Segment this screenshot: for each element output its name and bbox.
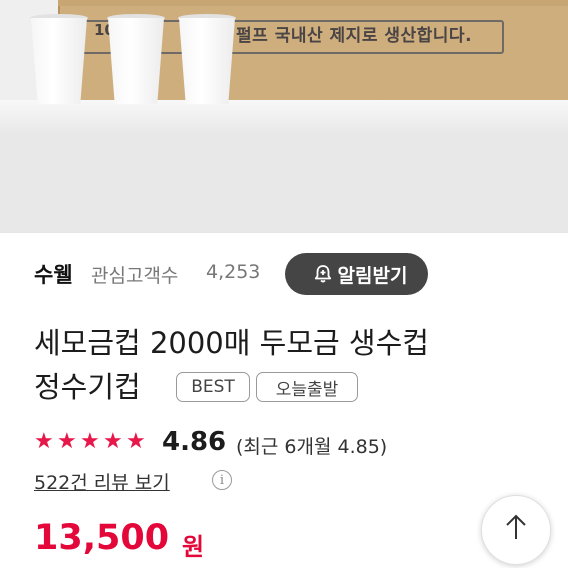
followers-count: 4,253 — [206, 261, 261, 283]
price-unit: 원 — [182, 533, 205, 561]
tag-today-shipping: 오늘출발 — [256, 372, 358, 402]
price-amount: 13,500 — [34, 518, 170, 558]
box-tape — [58, 0, 568, 6]
shelf — [0, 100, 568, 133]
alert-subscribe-button[interactable]: 알림받기 — [285, 253, 428, 295]
seller-name[interactable]: 수웰 — [34, 259, 73, 289]
box-text: 펄프 국내산 제지로 생산합니다. — [236, 26, 473, 46]
followers-label: 관심고객수 — [91, 265, 179, 287]
rating-value: 4.86 — [162, 427, 227, 457]
tag-best: BEST — [176, 372, 250, 402]
paper-cup — [108, 18, 164, 104]
star-icon: ★ — [34, 429, 54, 454]
product-title-line2: 정수기컵 — [34, 370, 141, 404]
product-title-line1: 세모금컵 2000매 두모금 생수컵 — [34, 326, 429, 360]
shelf-front — [0, 132, 568, 232]
star-rating: ★ ★ ★ ★ ★ — [34, 431, 149, 455]
star-icon: ★ — [126, 429, 146, 454]
bell-plus-icon — [312, 263, 334, 285]
scroll-top-button[interactable] — [481, 495, 551, 565]
product-image[interactable]: 10 펄프 국내산 제지로 생산합니다. — [0, 0, 568, 232]
paper-cup — [179, 18, 235, 104]
star-icon: ★ — [80, 429, 100, 454]
review-link[interactable]: 522건 리뷰 보기 — [34, 468, 170, 495]
star-icon: ★ — [57, 429, 77, 454]
rating-recent: (최근 6개월 4.85) — [236, 436, 388, 458]
info-icon[interactable]: i — [212, 470, 232, 490]
star-icon: ★ — [103, 429, 123, 454]
paper-cup — [31, 18, 87, 104]
arrow-up-icon — [500, 512, 532, 548]
alert-button-label: 알림받기 — [337, 264, 408, 287]
divider — [0, 232, 568, 233]
